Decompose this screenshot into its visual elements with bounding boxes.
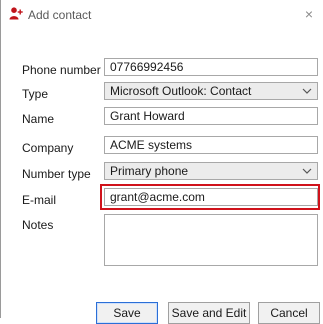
save-button[interactable]: Save bbox=[96, 302, 158, 324]
email-label: E-mail bbox=[22, 193, 57, 207]
company-field[interactable]: ACME systems bbox=[104, 136, 318, 154]
window-title: Add contact bbox=[28, 8, 92, 22]
email-field[interactable]: grant@acme.com bbox=[104, 188, 318, 206]
name-field[interactable]: Grant Howard bbox=[104, 107, 318, 125]
number-type-select[interactable]: Primary phone bbox=[104, 162, 318, 180]
save-and-edit-button[interactable]: Save and Edit bbox=[168, 302, 250, 324]
type-label: Type bbox=[22, 87, 49, 101]
type-select-value: Microsoft Outlook: Contact bbox=[110, 84, 252, 98]
type-select[interactable]: Microsoft Outlook: Contact bbox=[104, 82, 318, 100]
company-label: Company bbox=[22, 141, 74, 155]
title-bar: Add contact × bbox=[0, 0, 323, 30]
add-contact-icon bbox=[8, 6, 24, 22]
close-icon[interactable]: × bbox=[301, 6, 317, 22]
phone-number-label: Phone number bbox=[22, 63, 101, 77]
window-left-border bbox=[0, 0, 1, 318]
name-label: Name bbox=[22, 112, 55, 126]
notes-label: Notes bbox=[22, 218, 54, 232]
phone-number-field[interactable]: 07766992456 bbox=[104, 58, 318, 76]
notes-textarea[interactable] bbox=[104, 214, 318, 266]
chevron-down-icon bbox=[302, 84, 312, 98]
number-type-select-value: Primary phone bbox=[110, 164, 189, 178]
cancel-button[interactable]: Cancel bbox=[258, 302, 320, 324]
number-type-label: Number type bbox=[22, 167, 91, 181]
chevron-down-icon bbox=[302, 164, 312, 178]
